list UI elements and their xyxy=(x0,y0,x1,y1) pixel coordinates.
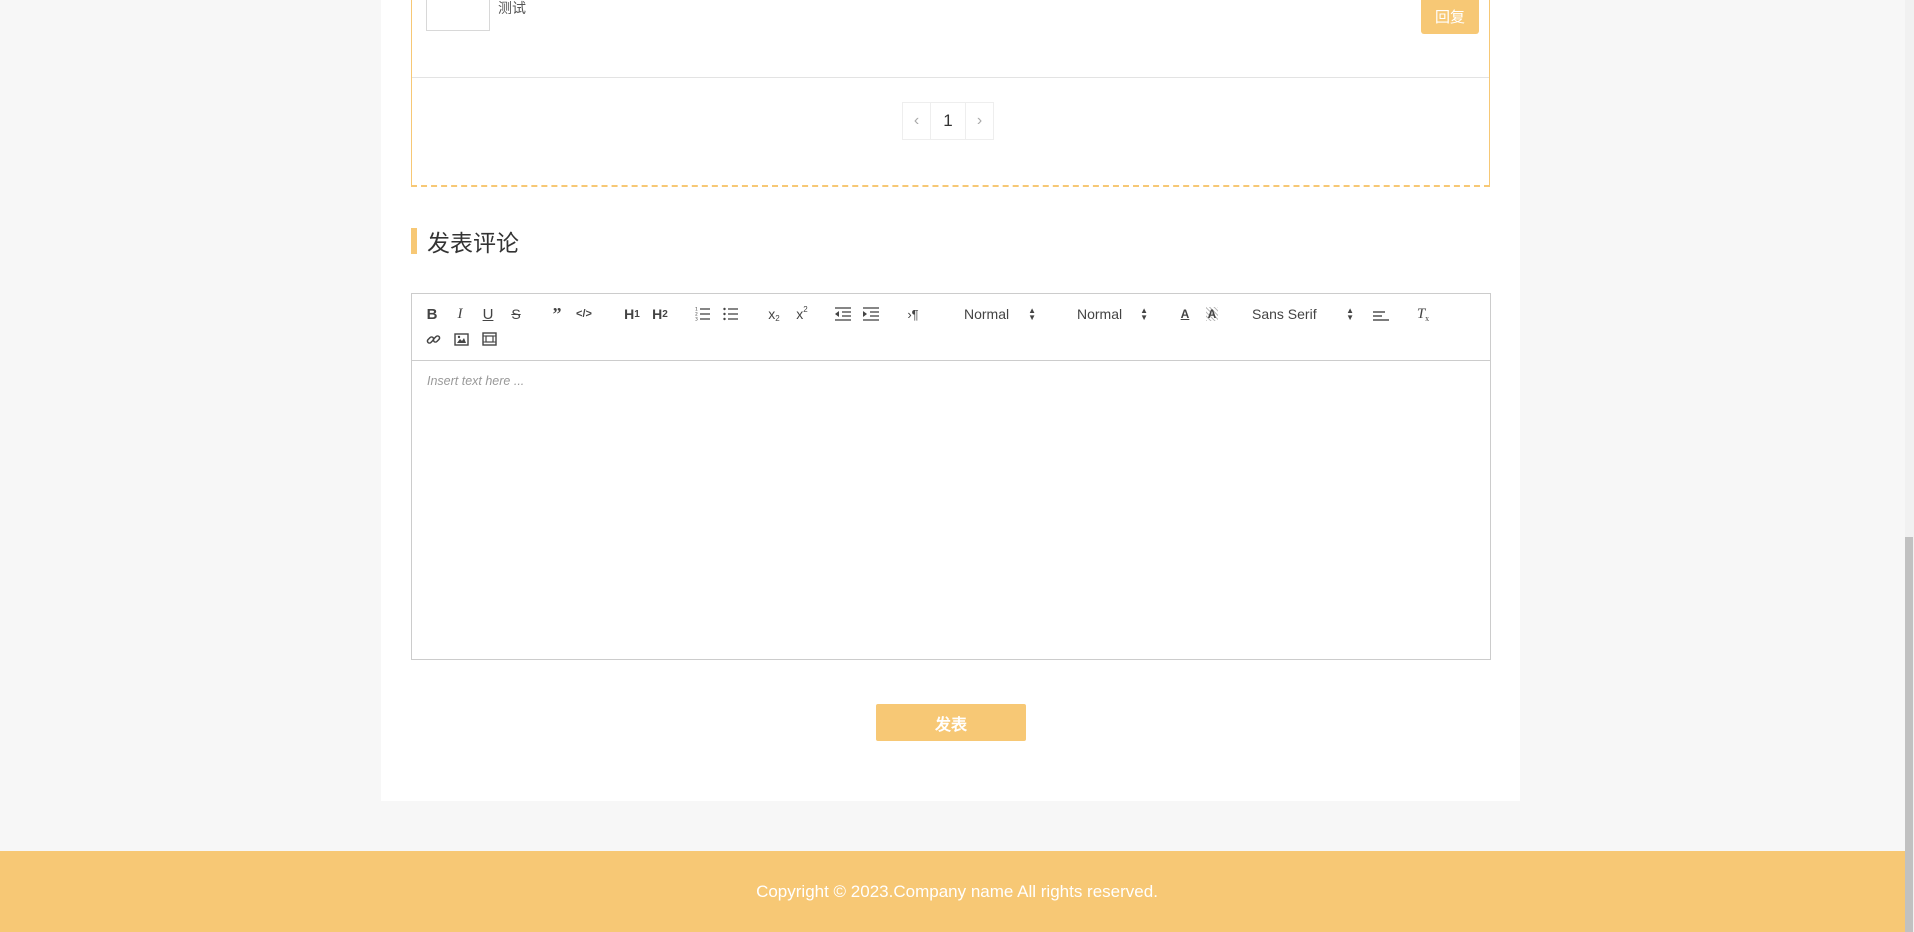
footer: Copyright © 2023.Company name All rights… xyxy=(0,851,1914,932)
copyright-text: Copyright © 2023.Company name All rights… xyxy=(756,881,1158,901)
editor-content-area[interactable]: Insert text here ... xyxy=(427,374,524,388)
comment-divider xyxy=(412,77,1489,78)
video-icon[interactable] xyxy=(480,329,498,349)
clean-format-icon[interactable]: Tx xyxy=(1414,304,1432,324)
italic-icon[interactable]: I xyxy=(452,304,468,324)
blockquote-icon[interactable]: ” xyxy=(548,304,566,324)
scrollbar-thumb[interactable] xyxy=(1905,537,1913,932)
h1-icon[interactable]: H1 xyxy=(622,304,642,324)
reply-button[interactable]: 回复 xyxy=(1421,0,1479,34)
h2-icon[interactable]: H2 xyxy=(650,304,670,324)
editor-placeholder: Insert text here ... xyxy=(427,374,525,388)
avatar xyxy=(426,0,490,31)
code-block-icon[interactable]: </> xyxy=(575,304,593,324)
rtl-icon[interactable]: ›¶ xyxy=(904,304,922,324)
title-accent-bar xyxy=(411,228,417,254)
size-picker-label: Normal xyxy=(1077,306,1123,322)
underline-icon[interactable]: U xyxy=(480,304,496,324)
indent-icon[interactable] xyxy=(862,304,880,324)
prev-page-button[interactable]: ‹ xyxy=(902,102,931,140)
subscript-icon[interactable]: x2 xyxy=(764,304,784,324)
text-color-icon[interactable]: A xyxy=(1177,304,1193,324)
header-picker-label: Normal xyxy=(964,306,1010,322)
image-icon[interactable] xyxy=(452,329,470,349)
bullet-list-icon[interactable] xyxy=(722,304,740,324)
section-title: 发表评论 xyxy=(411,228,519,256)
picker-arrows-icon: ▲ ▼ xyxy=(1140,306,1148,322)
bold-icon[interactable]: B xyxy=(424,304,440,324)
section-title-text: 发表评论 xyxy=(427,230,519,256)
pagination: ‹ 1 › xyxy=(902,102,994,140)
rich-text-editor: B I U S ” </> H1 H2 123 x2 x2 ›¶ Normal … xyxy=(411,293,1491,660)
link-icon[interactable] xyxy=(424,329,442,349)
editor-toolbar: B I U S ” </> H1 H2 123 x2 x2 ›¶ Normal … xyxy=(412,294,1490,361)
header-picker[interactable]: Normal ▲ ▼ xyxy=(952,304,1042,324)
ordered-list-icon[interactable]: 123 xyxy=(694,304,712,324)
font-picker[interactable]: Sans Serif ▲ ▼ xyxy=(1242,304,1354,324)
page-number-1[interactable]: 1 xyxy=(930,102,966,140)
picker-arrows-icon: ▲ ▼ xyxy=(1346,306,1354,322)
picker-arrows-icon: ▲ ▼ xyxy=(1028,306,1036,322)
comments-box: 测试 回复 ‹ 1 › xyxy=(411,0,1490,187)
comment-text: 测试 xyxy=(498,0,526,16)
align-icon[interactable] xyxy=(1372,306,1390,326)
size-picker[interactable]: Normal ▲ ▼ xyxy=(1064,304,1154,324)
superscript-icon[interactable]: x2 xyxy=(792,304,812,324)
submit-comment-button[interactable]: 发表 xyxy=(876,704,1026,741)
font-picker-label: Sans Serif xyxy=(1252,306,1317,322)
svg-text:3: 3 xyxy=(695,317,698,322)
strike-icon[interactable]: S xyxy=(508,304,524,324)
next-page-button[interactable]: › xyxy=(965,102,994,140)
outdent-icon[interactable] xyxy=(834,304,852,324)
background-color-icon[interactable]: A xyxy=(1204,304,1220,324)
